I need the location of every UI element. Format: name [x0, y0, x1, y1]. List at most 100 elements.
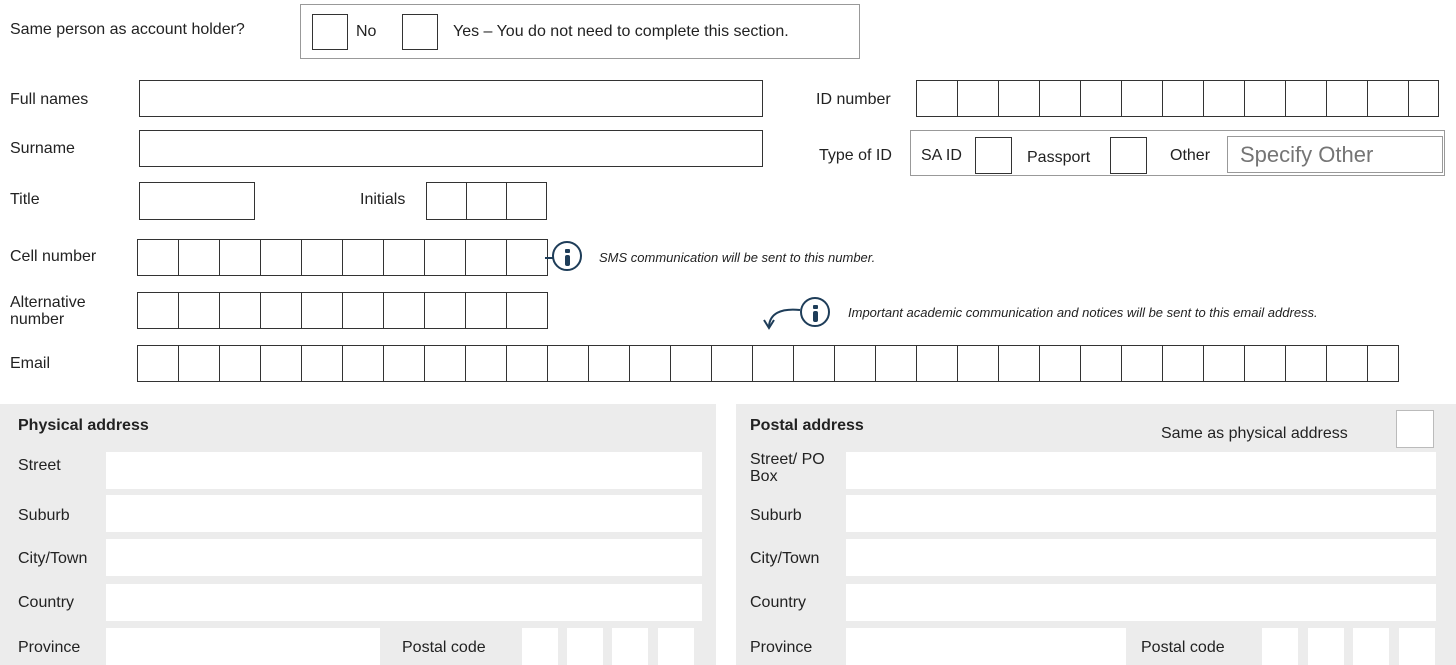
no-checkbox[interactable]: [312, 14, 348, 50]
surname-field[interactable]: [139, 130, 763, 167]
email-cell[interactable]: [1326, 345, 1368, 382]
cell-number-cell[interactable]: [137, 239, 179, 276]
initials-cells[interactable]: [426, 182, 547, 220]
id-number-cells[interactable]: [916, 80, 1439, 117]
cell-number-cell[interactable]: [506, 239, 548, 276]
alt-number-cell[interactable]: [424, 292, 466, 329]
postal-code-cell[interactable]: [567, 628, 603, 665]
country-field[interactable]: [846, 584, 1436, 621]
specify-other-input[interactable]: [1227, 136, 1443, 173]
id-cell[interactable]: [1408, 80, 1439, 117]
email-cell[interactable]: [588, 345, 630, 382]
email-cell[interactable]: [875, 345, 917, 382]
alt-number-cell[interactable]: [465, 292, 507, 329]
postal-code-cell[interactable]: [1399, 628, 1435, 665]
email-cell[interactable]: [1367, 345, 1399, 382]
postal-code-cell[interactable]: [522, 628, 558, 665]
email-cells[interactable]: [137, 345, 1399, 382]
city-field[interactable]: [846, 539, 1436, 576]
cell-number-cell[interactable]: [301, 239, 343, 276]
alt-number-cell[interactable]: [342, 292, 384, 329]
id-cell[interactable]: [1121, 80, 1163, 117]
email-cell[interactable]: [219, 345, 261, 382]
alt-number-cell[interactable]: [219, 292, 261, 329]
id-cell[interactable]: [1162, 80, 1204, 117]
email-cell[interactable]: [1162, 345, 1204, 382]
id-cell[interactable]: [1080, 80, 1122, 117]
id-cell[interactable]: [1244, 80, 1286, 117]
full-names-field[interactable]: [139, 80, 763, 117]
email-cell[interactable]: [137, 345, 179, 382]
initials-cell[interactable]: [466, 182, 507, 220]
postal-code-cell[interactable]: [1353, 628, 1389, 665]
cell-number-cell[interactable]: [219, 239, 261, 276]
id-cell[interactable]: [1203, 80, 1245, 117]
email-cell[interactable]: [629, 345, 671, 382]
alt-number-cells[interactable]: [137, 292, 548, 329]
email-cell[interactable]: [260, 345, 302, 382]
suburb-field[interactable]: [106, 495, 702, 532]
email-cell[interactable]: [342, 345, 384, 382]
cell-number-cell[interactable]: [178, 239, 220, 276]
id-cell[interactable]: [1326, 80, 1368, 117]
passport-checkbox[interactable]: [1110, 137, 1147, 174]
cell-number-cells[interactable]: [137, 239, 548, 276]
email-cell[interactable]: [465, 345, 507, 382]
id-cell[interactable]: [1285, 80, 1327, 117]
suburb-field[interactable]: [846, 495, 1436, 532]
cell-number-cell[interactable]: [424, 239, 466, 276]
email-cell[interactable]: [1080, 345, 1122, 382]
email-cell[interactable]: [957, 345, 999, 382]
postal-code-cell[interactable]: [1262, 628, 1298, 665]
email-cell[interactable]: [506, 345, 548, 382]
city-field[interactable]: [106, 539, 702, 576]
street-po-box-field[interactable]: [846, 452, 1436, 489]
street-field[interactable]: [106, 452, 702, 489]
alt-number-cell[interactable]: [301, 292, 343, 329]
email-cell[interactable]: [916, 345, 958, 382]
sa-id-checkbox[interactable]: [975, 137, 1012, 174]
email-cell[interactable]: [834, 345, 876, 382]
title-field[interactable]: [139, 182, 255, 220]
email-cell[interactable]: [1039, 345, 1081, 382]
country-field[interactable]: [106, 584, 702, 621]
postal-code-cell[interactable]: [1308, 628, 1344, 665]
alt-number-cell[interactable]: [506, 292, 548, 329]
email-cell[interactable]: [424, 345, 466, 382]
email-cell[interactable]: [383, 345, 425, 382]
cell-number-cell[interactable]: [342, 239, 384, 276]
id-cell[interactable]: [1039, 80, 1081, 117]
initials-cell[interactable]: [426, 182, 467, 220]
id-cell[interactable]: [916, 80, 958, 117]
email-cell[interactable]: [1244, 345, 1286, 382]
alt-number-cell[interactable]: [178, 292, 220, 329]
yes-checkbox[interactable]: [402, 14, 438, 50]
email-cell[interactable]: [1285, 345, 1327, 382]
email-cell[interactable]: [998, 345, 1040, 382]
id-cell[interactable]: [957, 80, 999, 117]
id-cell[interactable]: [1367, 80, 1409, 117]
cell-number-cell[interactable]: [465, 239, 507, 276]
email-cell[interactable]: [670, 345, 712, 382]
initials-cell[interactable]: [506, 182, 547, 220]
email-cell[interactable]: [1121, 345, 1163, 382]
cell-number-cell[interactable]: [260, 239, 302, 276]
alt-number-cell[interactable]: [260, 292, 302, 329]
alt-number-cell[interactable]: [137, 292, 179, 329]
id-cell[interactable]: [998, 80, 1040, 117]
cell-number-cell[interactable]: [383, 239, 425, 276]
email-cell[interactable]: [1203, 345, 1245, 382]
email-cell[interactable]: [793, 345, 835, 382]
email-cell[interactable]: [711, 345, 753, 382]
email-cell[interactable]: [752, 345, 794, 382]
postal-code-cell[interactable]: [612, 628, 648, 665]
email-cell[interactable]: [301, 345, 343, 382]
postal-code-cell[interactable]: [658, 628, 694, 665]
same-as-physical-checkbox[interactable]: [1396, 410, 1434, 448]
suburb-label: Suburb: [18, 507, 70, 524]
province-field[interactable]: [106, 628, 380, 665]
alt-number-cell[interactable]: [383, 292, 425, 329]
email-cell[interactable]: [178, 345, 220, 382]
province-field[interactable]: [846, 628, 1126, 665]
email-cell[interactable]: [547, 345, 589, 382]
